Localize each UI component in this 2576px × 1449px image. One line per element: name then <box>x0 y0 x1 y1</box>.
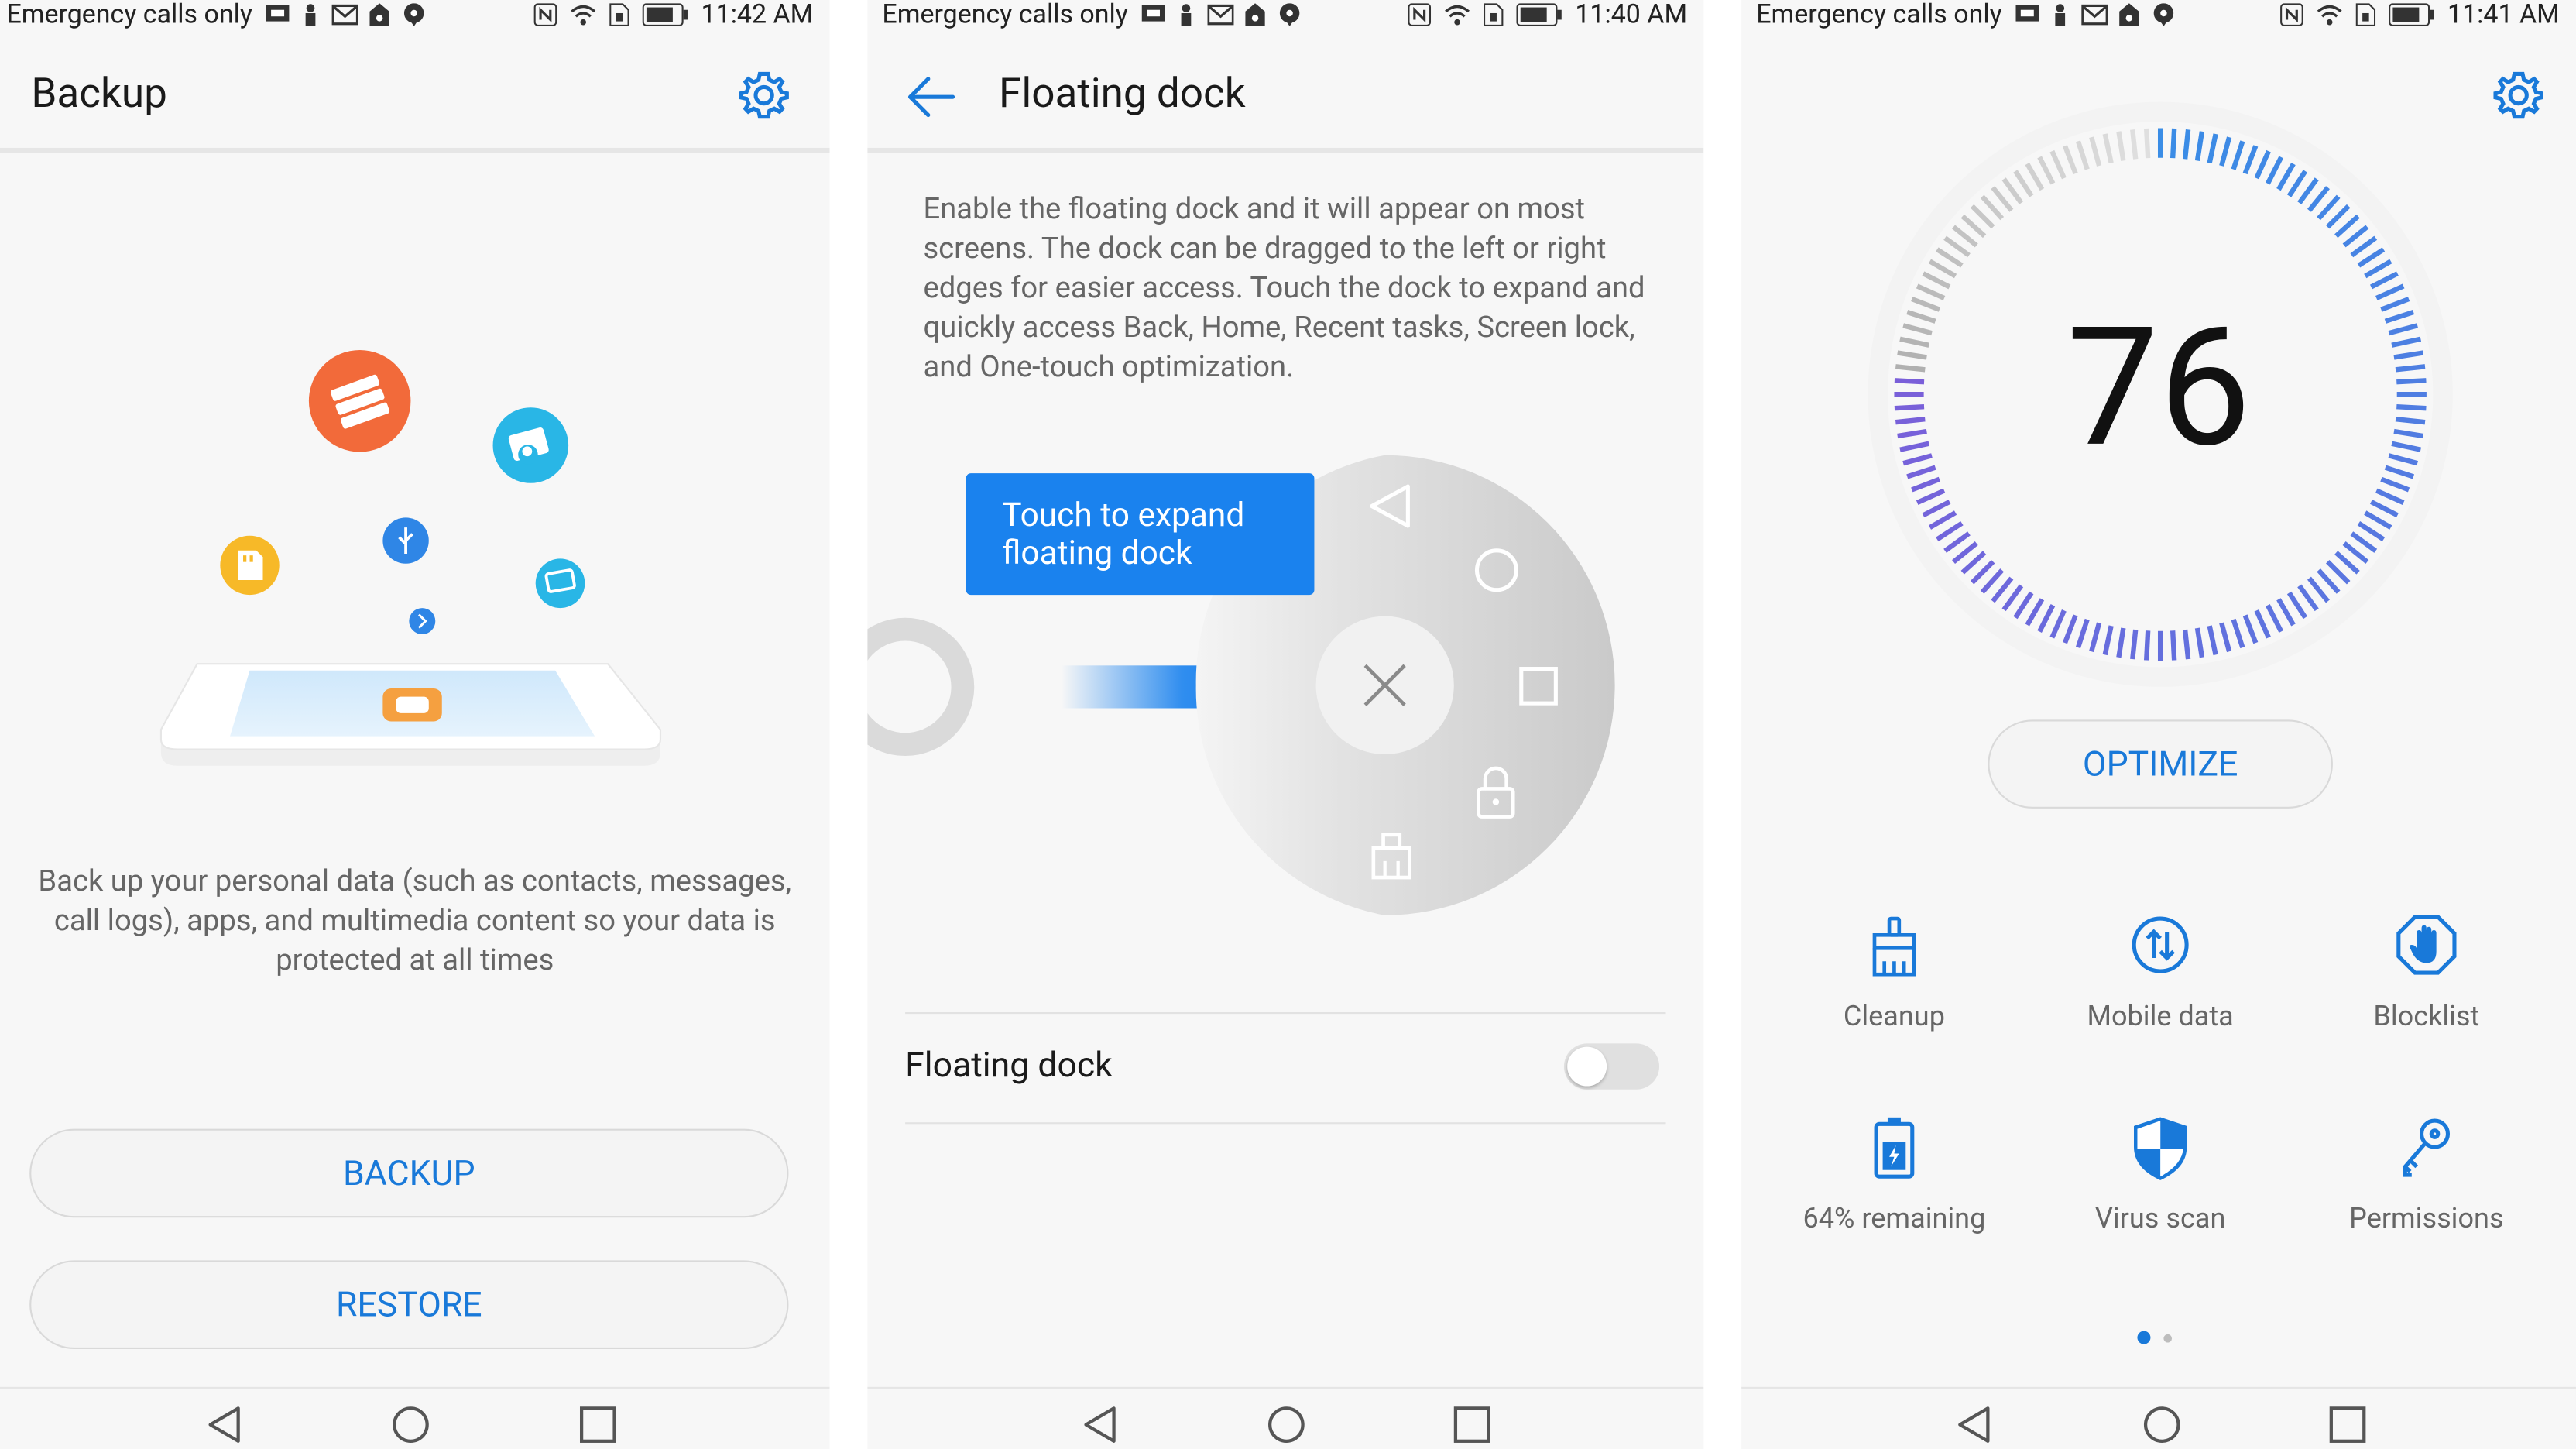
floating-dock-toggle[interactable] <box>1563 1043 1660 1090</box>
settings-gear-icon[interactable] <box>738 69 791 122</box>
tool-blocklist[interactable]: Blocklist <box>2295 912 2557 1093</box>
page-title: Floating dock <box>999 70 1246 118</box>
chat-icon <box>1280 3 1301 26</box>
tool-label: 64% remaining <box>1803 1203 1986 1236</box>
dial-tick <box>2143 630 2151 661</box>
dial-tick <box>2143 128 2151 159</box>
app-notification-icon <box>370 3 390 26</box>
backup-description: Back up your personal data (such as cont… <box>38 864 792 978</box>
dial-tick <box>2170 630 2177 661</box>
navigation-bar <box>867 1386 1704 1449</box>
collapsed-dock-icon <box>867 617 975 757</box>
floating-dock-setting-label: Floating dock <box>905 1046 1113 1087</box>
tooltip-touch-to-expand: Touch to expand floating dock <box>966 473 1315 596</box>
recents-nav-icon[interactable] <box>2328 1405 2368 1444</box>
nfc-icon <box>533 3 557 26</box>
tool-permissions[interactable]: Permissions <box>2295 1114 2557 1295</box>
sd-card-bubble-icon <box>220 535 280 596</box>
person-icon <box>304 4 315 26</box>
app-notification-icon <box>1246 3 1266 26</box>
backup-screen: Emergency calls only 11:42 AM Backup Bac… <box>0 0 830 1449</box>
mail-icon <box>1206 4 1233 26</box>
tool-battery[interactable]: 64% remaining <box>1763 1114 2025 1295</box>
dial-tick <box>2130 129 2139 160</box>
tool-label: Virus scan <box>2094 1203 2226 1236</box>
recents-nav-icon[interactable] <box>578 1405 618 1444</box>
carrier-text: Emergency calls only <box>882 0 1128 30</box>
page-dot-active <box>2137 1331 2151 1344</box>
back-arrow-icon[interactable] <box>907 74 956 119</box>
app-bar: Backup <box>0 50 830 153</box>
floating-dock-screen: Emergency calls only 11:40 AM Floating d… <box>867 0 1704 1449</box>
bluetooth-bubble-icon <box>409 608 436 635</box>
carrier-text: Emergency calls only <box>6 0 252 30</box>
tooltip-line-1: Touch to expand <box>1002 494 1245 534</box>
status-bar: Emergency calls only 11:42 AM <box>0 0 830 36</box>
sim-icon <box>1141 5 1165 22</box>
usb-bubble-icon <box>382 517 429 564</box>
sim-card-icon <box>1483 3 1504 26</box>
optimize-button[interactable]: OPTIMIZE <box>1988 719 2333 809</box>
back-nav-icon[interactable] <box>1955 1405 1995 1444</box>
phone-illustration <box>159 663 662 766</box>
battery-status-icon <box>642 3 688 26</box>
page-title: Backup <box>31 70 167 118</box>
tool-cleanup[interactable]: Cleanup <box>1763 912 2025 1093</box>
home-nav-icon[interactable] <box>391 1405 430 1444</box>
mail-icon <box>331 4 358 26</box>
backup-button[interactable]: BACKUP <box>29 1128 789 1218</box>
tool-mobile-data[interactable]: Mobile data <box>2029 912 2291 1093</box>
hand-block-icon <box>2396 915 2457 975</box>
sim-card-icon <box>609 3 629 26</box>
contacts-bubble-icon <box>492 407 569 483</box>
sim-icon <box>265 5 289 22</box>
chat-icon <box>404 3 425 26</box>
home-nav-icon[interactable] <box>1267 1405 1306 1444</box>
toggle-knob <box>1567 1046 1607 1087</box>
back-nav-icon[interactable] <box>205 1405 245 1444</box>
person-icon <box>1180 4 1191 26</box>
battery-status-icon <box>1516 3 1562 26</box>
back-nav-icon[interactable] <box>1081 1405 1120 1444</box>
nfc-icon <box>1408 3 1431 26</box>
restore-button[interactable]: RESTORE <box>29 1260 789 1349</box>
dial-tick <box>2182 129 2191 160</box>
tool-label: Mobile data <box>2087 1001 2234 1034</box>
wifi-icon <box>571 5 595 26</box>
recents-nav-icon[interactable] <box>1453 1405 1492 1444</box>
battery-icon <box>1874 1117 1915 1179</box>
status-bar: Emergency calls only 11:40 AM <box>867 0 1703 36</box>
floating-dock-description: Enable the floating dock and it will app… <box>923 192 1645 385</box>
dial-tick <box>2182 629 2191 660</box>
database-bubble-icon <box>308 349 411 452</box>
tool-label: Blocklist <box>2373 1001 2480 1034</box>
navigation-bar <box>0 1386 830 1449</box>
dial-tick <box>2170 128 2177 159</box>
floating-dock-setting-row[interactable]: Floating dock <box>905 1012 1666 1125</box>
optimization-score: 76 <box>2066 292 2252 485</box>
key-icon <box>2402 1118 2451 1177</box>
tool-label: Permissions <box>2349 1203 2504 1236</box>
dial-tick <box>2130 629 2139 660</box>
status-time: 11:42 AM <box>701 0 814 30</box>
status-time: 11:40 AM <box>1575 0 1688 30</box>
navigation-bar <box>1741 1386 2576 1449</box>
page-dot <box>2163 1334 2173 1343</box>
wifi-icon <box>1444 5 1470 26</box>
tooltip-line-2: floating dock <box>1002 532 1192 572</box>
phone-manager-screen: Emergency calls only 11:41 AM 76 OPTIMIZ… <box>1741 0 2576 1449</box>
app-bar: Floating dock <box>867 50 1704 153</box>
broom-icon <box>1872 916 1916 977</box>
display-bubble-icon <box>535 558 585 609</box>
data-transfer-icon <box>2132 916 2189 973</box>
home-nav-icon[interactable] <box>2142 1405 2182 1444</box>
backup-illustration <box>159 349 662 766</box>
tool-virus-scan[interactable]: Virus scan <box>2029 1114 2291 1295</box>
tool-label: Cleanup <box>1843 1001 1945 1034</box>
shield-icon <box>2134 1117 2187 1180</box>
